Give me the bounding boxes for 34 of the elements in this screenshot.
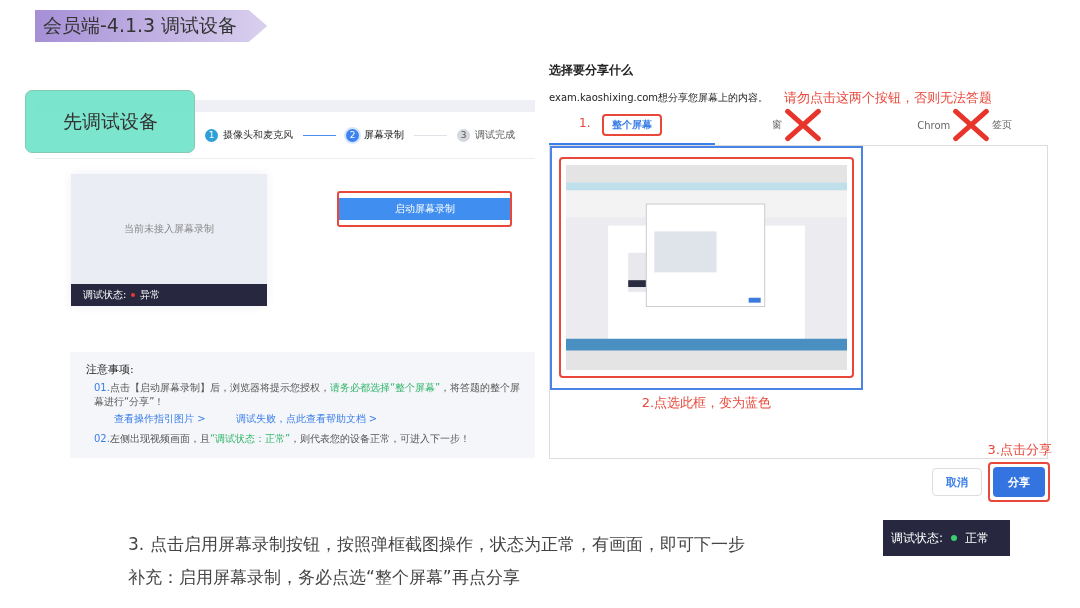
- notes-title: 注意事项:: [86, 362, 135, 377]
- step-number: 1: [205, 128, 218, 142]
- step-label: 屏幕录制: [364, 128, 404, 142]
- cross-mark-icon: [784, 108, 823, 142]
- instruction-text: 3. 点击启用屏幕录制按钮，按照弹框截图操作，状态为正常，有画面，即可下一步: [128, 533, 745, 556]
- step-annotation: 1.: [579, 116, 591, 130]
- status-label: 调试状态:: [83, 288, 127, 302]
- warning-annotation: 请勿点击这两个按钮，否则无法答题: [784, 89, 993, 107]
- share-tab[interactable]: 窗: [715, 107, 882, 145]
- status-value: 异常: [140, 288, 161, 302]
- status-value: 正常: [965, 529, 990, 547]
- preview-message: 当前未接入屏幕录制: [124, 222, 214, 236]
- status-label: 调试状态:: [891, 529, 944, 547]
- screen-option-card[interactable]: [550, 146, 863, 390]
- note-text: 01.点击【启动屏幕录制】后，浏览器将提示您授权，请务必都选择“整个屏幕”，将答题的整个屏幕进行“分享”！: [94, 381, 522, 408]
- share-button[interactable]: 分享: [993, 467, 1045, 497]
- dialog-title: 选择要分享什么: [549, 62, 634, 79]
- step-annotation: 3.点击分享: [987, 441, 1052, 459]
- title-banner: 会员端-4.1.3 调试设备: [35, 10, 268, 42]
- cross-mark-icon: [952, 108, 991, 142]
- share-tab[interactable]: Chrom 签页: [881, 107, 1048, 145]
- callout-label: 先调试设备: [25, 90, 195, 153]
- cancel-button[interactable]: 取消: [932, 468, 982, 496]
- step-number: 3: [457, 128, 470, 142]
- step-label: 调试完成: [475, 128, 515, 142]
- step-label: 摄像头和麦克风: [223, 128, 293, 142]
- help-link[interactable]: 查看操作指引图片 >: [114, 412, 206, 426]
- dialog-subtitle: exam.kaoshixing.com想分享您屏幕上的内容。: [549, 91, 769, 105]
- help-link[interactable]: 调试失败，点此查看帮助文档 >: [235, 412, 378, 426]
- step-annotation: 2.点选此框，变为蓝色: [640, 394, 773, 412]
- start-recording-button[interactable]: 启动屏幕录制: [339, 198, 510, 220]
- step-number: 2: [346, 128, 359, 142]
- note-text: 02.左侧出现视频画面，且“调试状态：正常”，则代表您的设备正常，可进入下一步！: [94, 432, 472, 446]
- instruction-text: 补充：启用屏幕录制，务必点选“整个屏幕”再点分享: [128, 566, 521, 589]
